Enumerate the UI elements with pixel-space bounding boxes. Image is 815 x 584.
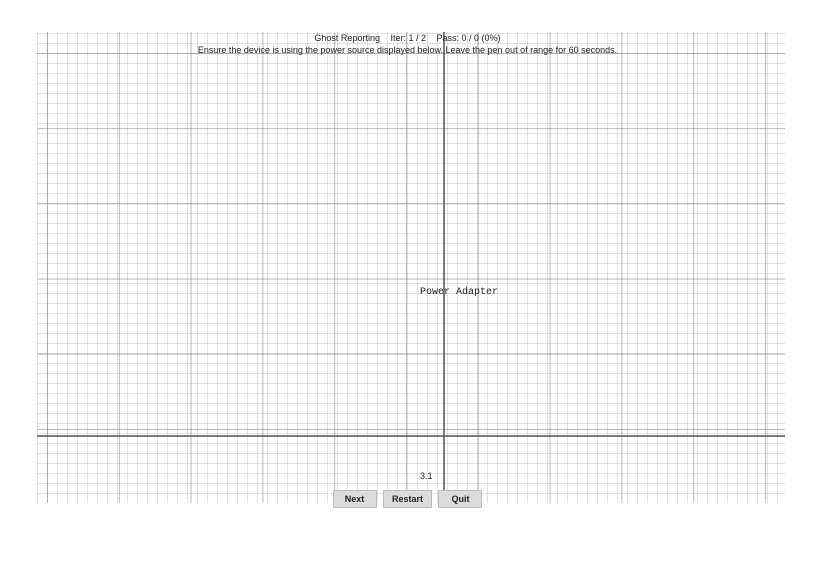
iteration-label: Iter: 1 / 2: [390, 33, 426, 43]
restart-button[interactable]: Restart: [383, 490, 432, 508]
button-bar: Next Restart Quit: [0, 490, 815, 508]
next-button[interactable]: Next: [333, 490, 377, 508]
axis-vertical: [443, 32, 445, 503]
grid-lines: [37, 32, 785, 503]
timer-label: 3.1: [420, 471, 433, 481]
title-label: Ghost Reporting: [314, 33, 380, 43]
header: Ghost Reporting Iter: 1 / 2 Pass: 0 / 0 …: [0, 32, 815, 56]
axis-horizontal: [37, 435, 785, 437]
quit-button[interactable]: Quit: [438, 490, 482, 508]
pass-label: Pass: 0 / 0 (0%): [437, 33, 501, 43]
instruction-label: Ensure the device is using the power sou…: [0, 44, 815, 56]
grid-canvas: [37, 32, 785, 503]
power-source-label: Power Adapter: [420, 287, 498, 298]
header-line-1: Ghost Reporting Iter: 1 / 2 Pass: 0 / 0 …: [0, 32, 815, 44]
